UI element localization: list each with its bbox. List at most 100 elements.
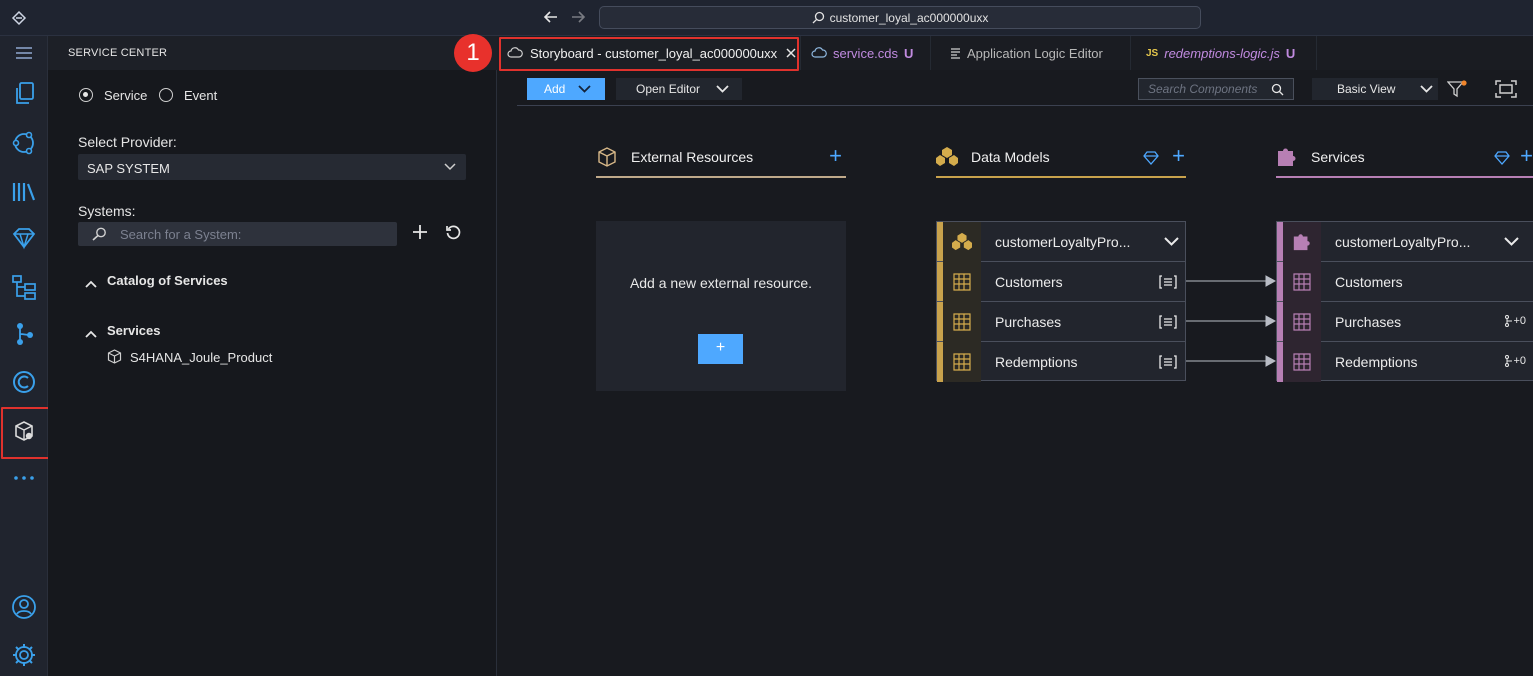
graph-icon[interactable]	[9, 319, 39, 349]
service-logic-badge[interactable]: +0	[1504, 315, 1526, 327]
command-center-text: customer_loyal_ac000000uxx	[829, 10, 989, 25]
entity-name: Customers	[995, 273, 1063, 290]
add-button-label: Add	[544, 82, 566, 96]
data-model-card: customerLoyaltyPro... Customers Purchase…	[936, 221, 1186, 382]
tab-redemptions-logic[interactable]: JS redemptions-logic.js U	[1131, 36, 1317, 70]
radio-service[interactable]	[79, 88, 93, 102]
table-icon	[1293, 313, 1311, 331]
chevron-down-icon[interactable]	[1164, 237, 1179, 246]
add-service-icon[interactable]: +	[1520, 145, 1533, 167]
arrowhead-icon	[1265, 315, 1276, 327]
list-icon[interactable]	[1159, 355, 1177, 369]
search-components-placeholder: Search Components	[1148, 82, 1258, 96]
entity-name: Purchases	[995, 313, 1062, 330]
search-components-input[interactable]: Search Components	[1138, 78, 1294, 100]
entity-name: Redemptions	[995, 354, 1078, 370]
table-icon	[953, 313, 971, 331]
arrowhead-icon	[1265, 275, 1276, 287]
logic-count: +0	[1513, 315, 1526, 327]
radio-event[interactable]	[159, 88, 173, 102]
service-item[interactable]: S4HANA_Joule_Product	[130, 350, 272, 365]
tab-label: redemptions-logic.js	[1164, 45, 1280, 61]
service-entity-row-redemptions[interactable]: Redemptions +0	[1277, 342, 1533, 382]
arrowhead-icon	[1265, 355, 1276, 367]
chevron-down-icon	[716, 85, 729, 93]
open-editor-label: Open Editor	[636, 82, 701, 96]
command-center-search[interactable]: customer_loyal_ac000000uxx	[599, 6, 1201, 29]
copyright-icon[interactable]	[9, 367, 39, 397]
list-icon[interactable]	[1159, 315, 1177, 329]
view-select-label: Basic View	[1337, 82, 1396, 96]
table-icon	[953, 353, 971, 371]
open-editor-button[interactable]: Open Editor	[616, 78, 742, 100]
data-model-name: customerLoyaltyPro...	[995, 233, 1131, 250]
view-select[interactable]: Basic View	[1312, 78, 1438, 100]
services-header: Services +	[1276, 138, 1533, 178]
tab-untracked-badge: U	[904, 45, 914, 61]
entity-row-redemptions[interactable]: Redemptions	[937, 342, 1185, 382]
gem-icon[interactable]	[9, 223, 39, 253]
list-icon[interactable]	[1159, 275, 1177, 289]
cloud-icon	[811, 47, 827, 58]
chevron-up-icon[interactable]	[85, 276, 97, 291]
add-button[interactable]: Add	[527, 78, 605, 100]
storyboard-toolbar: Add Open Editor Search Components Basic …	[517, 76, 1533, 106]
arrow-right-icon[interactable]	[569, 9, 587, 27]
service-logic-badge[interactable]: +0	[1504, 355, 1526, 367]
external-resource-empty-card: Add a new external resource. +	[596, 221, 846, 391]
chevron-down-icon[interactable]	[1504, 237, 1519, 246]
service-entity-name: Customers	[1335, 273, 1403, 290]
add-data-model-icon[interactable]: +	[1172, 145, 1185, 167]
add-external-resource-button[interactable]: +	[698, 334, 743, 364]
explorer-icon[interactable]	[9, 79, 39, 109]
service-center-panel: SERVICE CENTER Service Event Select Prov…	[48, 36, 497, 676]
tab-application-logic-editor[interactable]: Application Logic Editor	[931, 36, 1131, 70]
logic-count: +0	[1513, 355, 1526, 367]
source-control-icon[interactable]	[9, 128, 39, 158]
system-search-placeholder: Search for a System:	[120, 227, 242, 242]
annotation-badge-1: 1	[454, 34, 492, 72]
provider-select[interactable]: SAP SYSTEM	[78, 154, 466, 180]
js-file-icon: JS	[1146, 47, 1159, 59]
services-group-label[interactable]: Services	[107, 323, 161, 338]
chevron-down-icon	[1420, 85, 1434, 93]
cube-icon	[107, 349, 122, 367]
fit-to-screen-icon[interactable]	[1495, 80, 1517, 101]
filter-icon[interactable]	[1446, 80, 1467, 101]
more-icon[interactable]	[9, 463, 39, 493]
library-icon[interactable]	[9, 177, 39, 207]
editor-area: Storyboard - customer_loyal_ac000000uxx …	[454, 34, 1533, 676]
connector-arrows	[1186, 275, 1276, 367]
external-resource-empty-text: Add a new external resource.	[629, 275, 813, 291]
service-card: customerLoyaltyPro... Customers Purchase…	[1276, 221, 1533, 382]
data-model-header-row[interactable]: customerLoyaltyPro...	[937, 222, 1185, 262]
account-icon[interactable]	[9, 592, 39, 622]
add-external-resource-icon[interactable]: +	[829, 145, 842, 167]
activity-bar	[0, 36, 51, 676]
chevron-down-icon	[578, 85, 591, 93]
table-icon	[953, 273, 971, 291]
catalog-of-services-label[interactable]: Catalog of Services	[107, 273, 228, 288]
service-header-row[interactable]: customerLoyaltyPro...	[1277, 222, 1533, 262]
external-resources-header: External Resources +	[596, 138, 846, 178]
refresh-icon[interactable]	[445, 224, 462, 244]
service-entity-row-customers[interactable]: Customers	[1277, 262, 1533, 302]
gem-icon[interactable]	[1494, 151, 1510, 165]
entity-row-purchases[interactable]: Purchases	[937, 302, 1185, 342]
package-icon	[598, 147, 616, 167]
panel-title: SERVICE CENTER	[48, 36, 497, 70]
tab-label: service.cds	[833, 45, 899, 61]
search-icon	[92, 227, 106, 241]
system-search-input[interactable]: Search for a System:	[78, 222, 397, 246]
entity-row-customers[interactable]: Customers	[937, 262, 1185, 302]
tab-service-cds[interactable]: service.cds U	[801, 36, 931, 70]
gem-icon[interactable]	[1143, 151, 1159, 165]
settings-icon[interactable]	[9, 640, 39, 670]
services-title: Services	[1311, 149, 1365, 165]
hierarchy-icon[interactable]	[9, 272, 39, 302]
add-system-icon[interactable]	[412, 224, 428, 243]
arrow-left-icon[interactable]	[542, 9, 560, 27]
menu-icon[interactable]	[9, 38, 39, 68]
service-entity-row-purchases[interactable]: Purchases +0	[1277, 302, 1533, 342]
chevron-up-icon[interactable]	[85, 326, 97, 341]
